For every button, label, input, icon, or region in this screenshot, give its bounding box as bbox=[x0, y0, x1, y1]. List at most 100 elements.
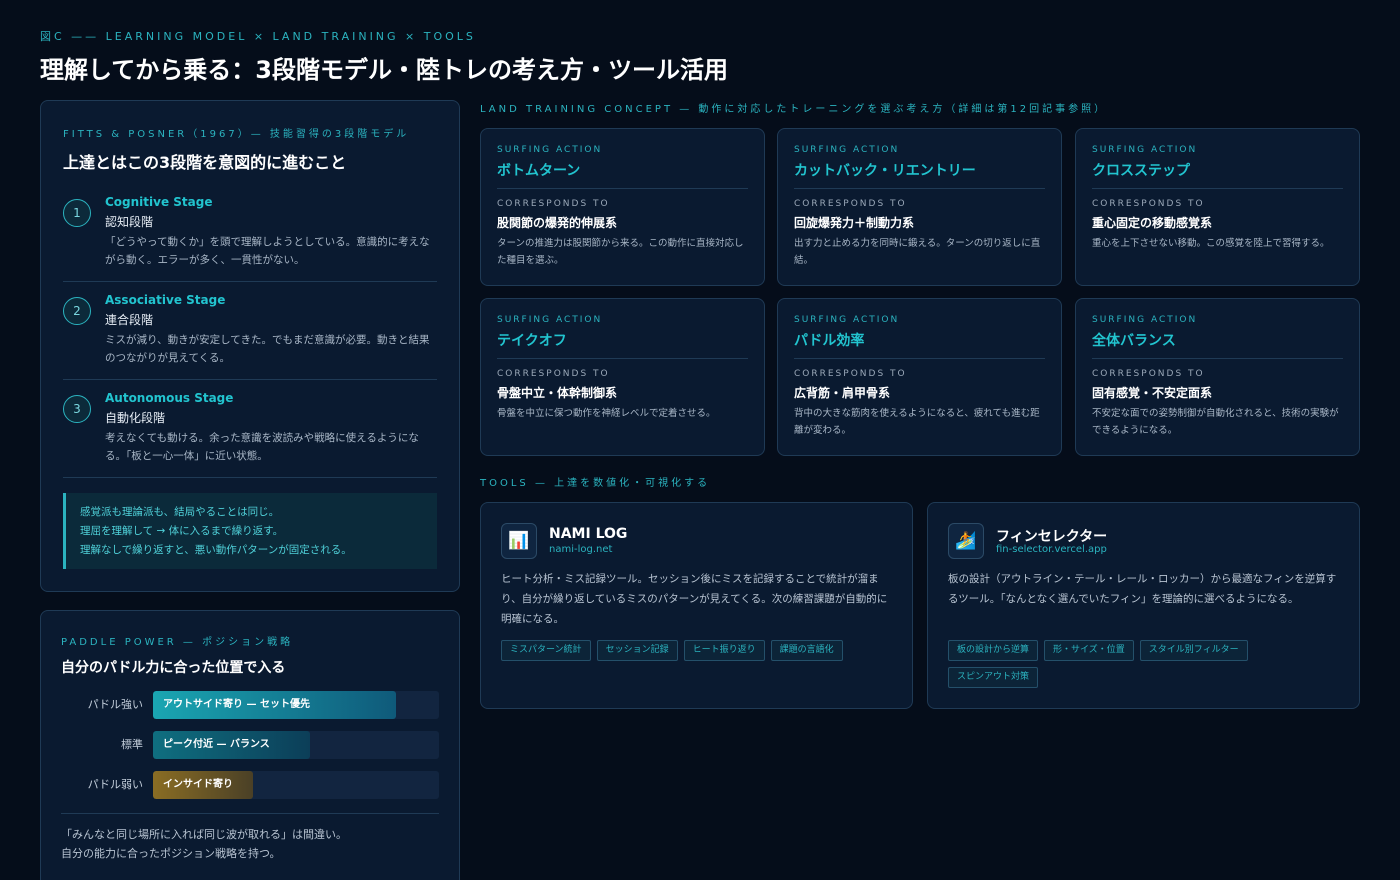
tool-card-nami-log: 📊 NAMI LOG nami-log.net ヒート分析・ミス記録ツール。セッ… bbox=[480, 502, 913, 709]
stage-description: 「どうやって動くか」を頭で理解しようとしている。意識的に考えながら動く。エラーが… bbox=[105, 236, 430, 266]
fitts-section-label: FITTS & POSNER（1967）— 技能習得の3段階モデル bbox=[63, 129, 410, 140]
stage-associative: 2 Associative Stage 連合段階 ミスが減り、動きが安定してきた… bbox=[63, 293, 437, 373]
tool-description: ヒート分析・ミス記録ツール。セッション後にミスを記録することで統計が溜まり、自分… bbox=[501, 573, 888, 625]
fitts-card-title: 上達とはこの3段階を意図的に進むこと bbox=[63, 153, 347, 172]
paddle-note-line: 自分の能力に合ったポジション戦略を持つ。 bbox=[61, 847, 281, 860]
action-description: 重心を上下させない移動。この感覚を陸上で習得する。 bbox=[1092, 238, 1330, 249]
paddle-bar-text: アウトサイド寄り — セット優先 bbox=[163, 699, 310, 710]
callout-line: 感覚派も理論派も、結局やることは同じ。 bbox=[80, 506, 280, 518]
tool-tag: ヒート振り返り bbox=[683, 640, 765, 661]
tools-section-label: TOOLS — 上達を数値化・可視化する bbox=[480, 478, 711, 489]
action-divider bbox=[497, 188, 748, 189]
paddle-divider bbox=[61, 813, 439, 814]
tool-tag: 板の設計から逆算 bbox=[948, 640, 1039, 661]
action-description: ターンの推進力は股関節から来る。この動作に直接対応した種目を選ぶ。 bbox=[497, 238, 744, 266]
corresponds-to-label: CORRESPONDS TO bbox=[1092, 369, 1205, 379]
paddle-bar-track: ピーク付近 — バランス bbox=[153, 731, 439, 759]
tool-tag: スタイル別フィルター bbox=[1139, 640, 1248, 661]
surfer-icon: 🏄 bbox=[948, 523, 984, 559]
paddle-bar-track: アウトサイド寄り — セット優先 bbox=[153, 691, 439, 719]
action-divider bbox=[1092, 358, 1343, 359]
training-category: 固有感覚・不安定面系 bbox=[1092, 386, 1213, 400]
page-title: 理解してから乗る：3段階モデル・陸トレの考え方・ツール活用 bbox=[40, 56, 728, 84]
paddle-note: 「みんなと同じ場所に入れば同じ波が取れる」は間違い。 自分の能力に合ったポジショ… bbox=[61, 825, 347, 863]
paddle-section-label: PADDLE POWER — ポジション戦略 bbox=[61, 637, 294, 648]
action-card-overall-balance: SURFING ACTION 全体バランス CORRESPONDS TO 固有感… bbox=[1075, 298, 1360, 456]
action-card-paddle-efficiency: SURFING ACTION パドル効率 CORRESPONDS TO 広背筋・… bbox=[777, 298, 1062, 456]
paddle-card-title: 自分のパドル力に合った位置で入る bbox=[61, 660, 286, 676]
callout-line: 理屈を理解して → 体に入るまで繰り返す。 bbox=[80, 525, 284, 537]
action-card-takeoff: SURFING ACTION テイクオフ CORRESPONDS TO 骨盤中立… bbox=[480, 298, 765, 456]
stage-english-name: Associative Stage bbox=[105, 293, 226, 307]
stage-divider bbox=[63, 281, 437, 282]
tool-tag: 課題の言語化 bbox=[770, 640, 843, 661]
action-title: ボトムターン bbox=[497, 163, 581, 179]
paddle-row-label: パドル強い bbox=[87, 698, 143, 711]
action-title: クロスステップ bbox=[1092, 163, 1190, 179]
surfing-action-label: SURFING ACTION bbox=[794, 315, 900, 325]
stage-number-badge: 2 bbox=[63, 297, 91, 325]
training-category: 骨盤中立・体幹制御系 bbox=[497, 386, 618, 400]
callout-line: 理解なしで繰り返すと、悪い動作パターンが固定される。 bbox=[80, 544, 352, 556]
stage-cognitive: 1 Cognitive Stage 認知段階 「どうやって動くか」を頭で理解しよ… bbox=[63, 195, 437, 275]
tool-url-link[interactable]: nami-log.net bbox=[549, 544, 612, 555]
key-insight-callout: 感覚派も理論派も、結局やることは同じ。 理屈を理解して → 体に入るまで繰り返す… bbox=[63, 493, 437, 569]
surfing-action-label: SURFING ACTION bbox=[794, 145, 900, 155]
training-category: 重心固定の移動感覚系 bbox=[1092, 216, 1213, 230]
stage-english-name: Autonomous Stage bbox=[105, 391, 234, 405]
training-category: 広背筋・肩甲骨系 bbox=[794, 386, 891, 400]
tool-tag: 形・サイズ・位置 bbox=[1044, 640, 1134, 661]
surfing-action-label: SURFING ACTION bbox=[1092, 315, 1198, 325]
action-title: テイクオフ bbox=[497, 333, 567, 349]
surfing-action-label: SURFING ACTION bbox=[497, 145, 603, 155]
bar-chart-icon: 📊 bbox=[501, 523, 537, 559]
training-category: 股関節の爆発的伸展系 bbox=[497, 216, 618, 230]
surfing-action-label: SURFING ACTION bbox=[1092, 145, 1198, 155]
paddle-row-weak: パドル弱い インサイド寄り bbox=[61, 771, 441, 799]
action-title: パドル効率 bbox=[794, 333, 865, 349]
paddle-row-label: 標準 bbox=[121, 738, 143, 751]
action-divider bbox=[497, 358, 748, 359]
paddle-row-standard: 標準 ピーク付近 — バランス bbox=[61, 731, 441, 759]
tool-name: フィンセレクター bbox=[996, 529, 1108, 545]
stage-japanese-name: 認知段階 bbox=[105, 215, 154, 229]
tool-name: NAMI LOG bbox=[549, 526, 628, 542]
tool-tags: 板の設計から逆算 形・サイズ・位置 スタイル別フィルター スピンアウト対策 bbox=[948, 640, 1343, 688]
paddle-bar-text: ピーク付近 — バランス bbox=[163, 739, 270, 750]
paddle-power-card: PADDLE POWER — ポジション戦略 自分のパドル力に合った位置で入る … bbox=[40, 610, 460, 880]
corresponds-to-label: CORRESPONDS TO bbox=[497, 369, 610, 379]
tool-tag: ミスパターン統計 bbox=[501, 640, 591, 661]
paddle-bar-text: インサイド寄り bbox=[163, 779, 233, 790]
tool-tag: スピンアウト対策 bbox=[948, 667, 1039, 688]
action-description: 出す力と止める力を同時に鍛える。ターンの切り返しに直結。 bbox=[794, 238, 1041, 266]
action-card-cross-step: SURFING ACTION クロスステップ CORRESPONDS TO 重心… bbox=[1075, 128, 1360, 286]
tool-tag: セッション記録 bbox=[596, 640, 678, 661]
action-description: 不安定な面での姿勢制御が自動化されると、技術の実験ができるようになる。 bbox=[1092, 408, 1339, 436]
action-card-cutback: SURFING ACTION カットバック・リエントリー CORRESPONDS… bbox=[777, 128, 1062, 286]
paddle-note-line: 「みんなと同じ場所に入れば同じ波が取れる」は間違い。 bbox=[61, 828, 347, 841]
tool-card-fin-selector: 🏄 フィンセレクター fin-selector.vercel.app 板の設計（… bbox=[927, 502, 1360, 709]
tool-description: 板の設計（アウトライン・テール・レール・ロッカー）から最適なフィンを逆算するツー… bbox=[948, 573, 1337, 605]
corresponds-to-label: CORRESPONDS TO bbox=[794, 199, 907, 209]
stage-divider bbox=[63, 379, 437, 380]
paddle-row-strong: パドル強い アウトサイド寄り — セット優先 bbox=[61, 691, 441, 719]
corresponds-to-label: CORRESPONDS TO bbox=[794, 369, 907, 379]
stage-japanese-name: 自動化段階 bbox=[105, 411, 166, 425]
stage-autonomous: 3 Autonomous Stage 自動化段階 考えなくても動ける。余った意識… bbox=[63, 391, 437, 471]
corresponds-to-label: CORRESPONDS TO bbox=[1092, 199, 1205, 209]
paddle-row-label: パドル弱い bbox=[87, 778, 143, 791]
stage-number-badge: 3 bbox=[63, 395, 91, 423]
stage-description: ミスが減り、動きが安定してきた。でもまだ意識が必要。動きと結果のつながりが見えて… bbox=[105, 334, 430, 364]
action-card-bottom-turn: SURFING ACTION ボトムターン CORRESPONDS TO 股関節… bbox=[480, 128, 765, 286]
action-description: 背中の大きな筋肉を使えるようになると、疲れても進む距離が変わる。 bbox=[794, 408, 1040, 436]
paddle-bar-track: インサイド寄り bbox=[153, 771, 439, 799]
action-title: 全体バランス bbox=[1092, 333, 1176, 349]
action-divider bbox=[1092, 188, 1343, 189]
surfing-action-label: SURFING ACTION bbox=[497, 315, 603, 325]
tool-tags: ミスパターン統計 セッション記録 ヒート振り返り 課題の言語化 bbox=[501, 640, 896, 661]
tool-url-link[interactable]: fin-selector.vercel.app bbox=[996, 544, 1107, 555]
action-title: カットバック・リエントリー bbox=[794, 163, 976, 179]
training-category: 回旋爆発力＋制動力系 bbox=[794, 216, 915, 230]
action-description: 骨盤を中立に保つ動作を神経レベルで定着させる。 bbox=[497, 408, 716, 419]
stage-english-name: Cognitive Stage bbox=[105, 195, 213, 209]
